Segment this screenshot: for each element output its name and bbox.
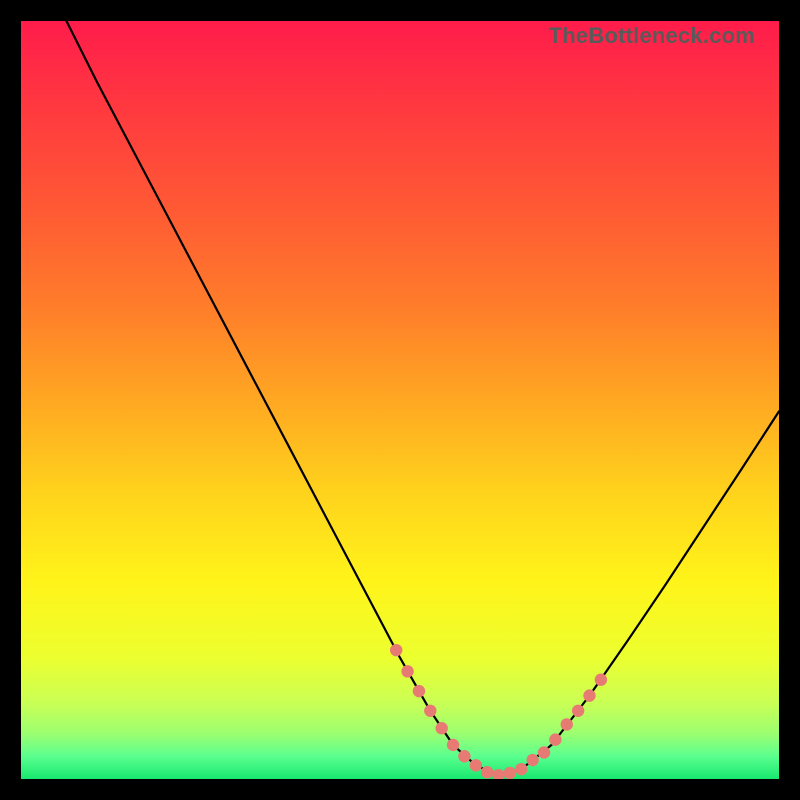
highlight-dot [481,766,493,778]
highlight-dot [390,644,402,656]
highlight-dot [515,763,527,775]
chart-background [21,21,779,779]
highlight-dot [470,759,482,771]
highlight-dot [447,739,459,751]
chart-svg [21,21,779,779]
chart-frame: TheBottleneck.com [21,21,779,779]
highlight-dot [561,718,573,730]
highlight-dot [572,705,584,717]
highlight-dot [504,767,516,779]
highlight-dot [595,674,607,686]
watermark-text: TheBottleneck.com [549,23,755,49]
highlight-dot [424,705,436,717]
highlight-dot [413,685,425,697]
highlight-dot [583,689,595,701]
highlight-dot [549,733,561,745]
highlight-dot [538,746,550,758]
highlight-dot [458,750,470,762]
highlight-dot [401,665,413,677]
highlight-dot [526,754,538,766]
highlight-dot [435,722,447,734]
